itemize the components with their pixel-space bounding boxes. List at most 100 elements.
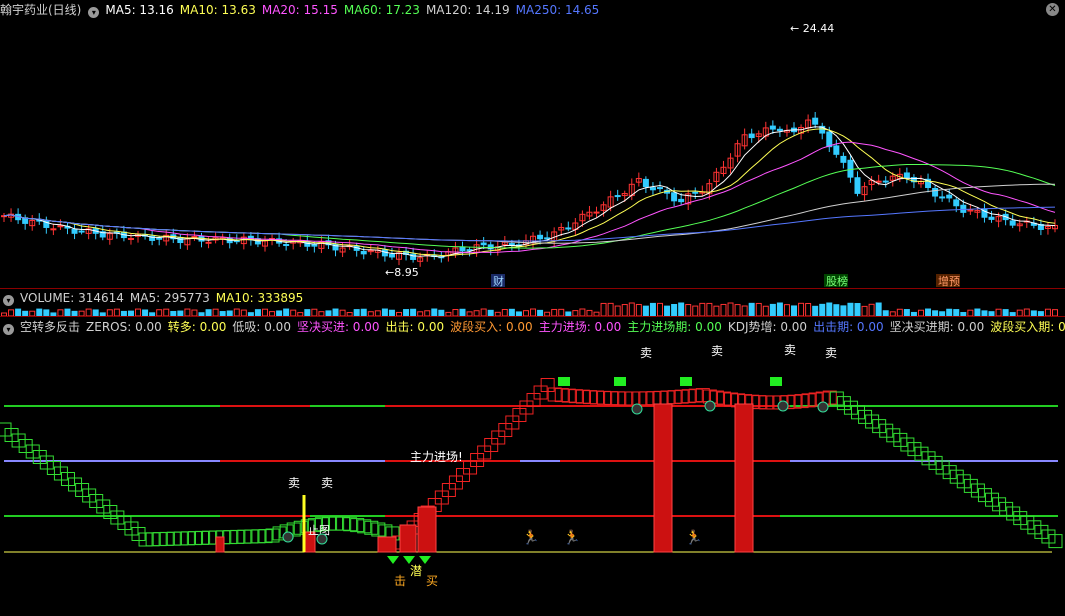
sell-label: 卖 xyxy=(825,346,837,360)
sell-square xyxy=(770,377,782,386)
oscillator-box xyxy=(455,468,470,482)
volume-bar xyxy=(826,302,833,316)
oscillator-box xyxy=(872,419,887,434)
oscillator-box xyxy=(484,438,499,452)
oscillator-box xyxy=(1041,529,1056,544)
oscillator-box xyxy=(1006,506,1021,521)
oscillator-box xyxy=(886,428,901,443)
candlestick-chart[interactable]: ← 24.44 ←8.95 财 股榜 增预 xyxy=(0,0,1065,288)
oscillator-box xyxy=(597,390,612,405)
oscillator-box xyxy=(977,488,992,503)
signal-bottom-label: 买 xyxy=(426,574,438,588)
oscillator-box xyxy=(244,529,259,544)
volume-bar xyxy=(628,302,635,316)
volume-bar xyxy=(861,305,868,316)
oscillator-box xyxy=(653,390,668,405)
oscillator-box xyxy=(695,388,710,403)
candle-body xyxy=(854,177,861,194)
oscillator-box xyxy=(343,517,358,532)
signal-bar xyxy=(399,524,417,553)
oscillator-box xyxy=(970,483,985,498)
volume-bar xyxy=(431,308,438,316)
volume-bar xyxy=(875,302,882,316)
oscillator-box xyxy=(519,400,534,415)
volume-bar xyxy=(459,308,466,316)
volume-bar xyxy=(854,303,861,316)
oscillator-box xyxy=(1034,524,1049,539)
ma-line-0 xyxy=(3,126,1056,258)
candle-body xyxy=(459,246,466,252)
volume-bar xyxy=(163,308,170,316)
oscillator-box xyxy=(82,488,97,503)
oscillator-box xyxy=(716,391,731,406)
signal-dot-icon xyxy=(282,531,294,543)
candle-body xyxy=(649,187,656,191)
volume-chart[interactable] xyxy=(0,296,1065,316)
volume-bar xyxy=(727,302,734,316)
oscillator-box xyxy=(350,518,365,533)
oscillator-box xyxy=(949,469,964,484)
oscillator-box xyxy=(533,385,548,400)
buy-triangle-icon xyxy=(419,556,431,564)
candle-body xyxy=(988,216,995,220)
oscillator-box xyxy=(89,494,104,508)
oscillator-box xyxy=(963,478,978,493)
oscillator-box xyxy=(582,390,597,405)
candle-body xyxy=(360,250,367,255)
volume-bar xyxy=(812,305,819,316)
sell-label: 卖 xyxy=(784,343,796,357)
volume-bar xyxy=(769,303,776,316)
oscillator-box xyxy=(858,409,873,424)
oscillator-box xyxy=(688,388,703,403)
volume-bar xyxy=(579,308,586,316)
volume-bar xyxy=(995,308,1002,316)
volume-bar xyxy=(762,305,769,316)
candle-body xyxy=(614,195,621,198)
candle-body xyxy=(593,211,600,214)
signal-indicator-2: 低吸: 0.00 xyxy=(232,320,291,334)
sell-square xyxy=(558,377,570,386)
signal-indicator-10: 坚决买进期: 0.00 xyxy=(889,320,985,334)
candle-body xyxy=(565,227,572,230)
oscillator-box xyxy=(258,529,273,544)
volume-bar xyxy=(212,308,219,316)
candle-body xyxy=(812,117,819,125)
oscillator-box xyxy=(75,483,90,497)
candle-body xyxy=(191,236,198,239)
chevron-down-icon[interactable]: ▾ xyxy=(3,324,14,335)
oscillator-box xyxy=(237,529,252,544)
oscillator-box xyxy=(152,532,167,547)
oscillator-box xyxy=(992,497,1007,512)
volume-bar xyxy=(614,305,621,316)
volume-bar xyxy=(833,304,840,316)
volume-bar xyxy=(720,303,727,316)
oscillator-box xyxy=(336,516,351,531)
candle-body xyxy=(656,187,663,190)
oscillator-box xyxy=(865,414,880,429)
oscillator-box xyxy=(625,391,640,406)
volume-bar xyxy=(706,302,713,316)
oscillator-box xyxy=(575,389,590,404)
signal-bottom-label: 击 xyxy=(394,574,406,588)
oscillator-box xyxy=(956,474,971,489)
volume-bar xyxy=(607,302,614,316)
signal-chart[interactable]: 卖卖卖卖卖卖主力进场!止图 🏃 🏃 🏃击潜买 xyxy=(0,337,1065,616)
oscillator-box xyxy=(124,521,139,536)
oscillator-box xyxy=(195,530,210,545)
volume-bar xyxy=(868,303,875,316)
oscillator-box xyxy=(674,389,689,404)
oscillator-box xyxy=(230,529,245,544)
oscillator-box xyxy=(1013,511,1028,526)
oscillator-box xyxy=(942,465,957,480)
oscillator-box xyxy=(879,423,894,438)
oscillator-box xyxy=(11,433,26,448)
oscillator-box xyxy=(138,532,153,547)
oscillator-box xyxy=(448,475,463,490)
oscillator-box xyxy=(604,391,619,406)
sell-label: 卖 xyxy=(321,476,333,490)
entry-label: 主力进场! xyxy=(410,450,463,464)
volume-bar xyxy=(480,308,487,316)
candle-body xyxy=(748,133,755,139)
signal-indicator-7: 主力进场期: 0.00 xyxy=(627,320,722,334)
volume-bar xyxy=(783,304,790,316)
